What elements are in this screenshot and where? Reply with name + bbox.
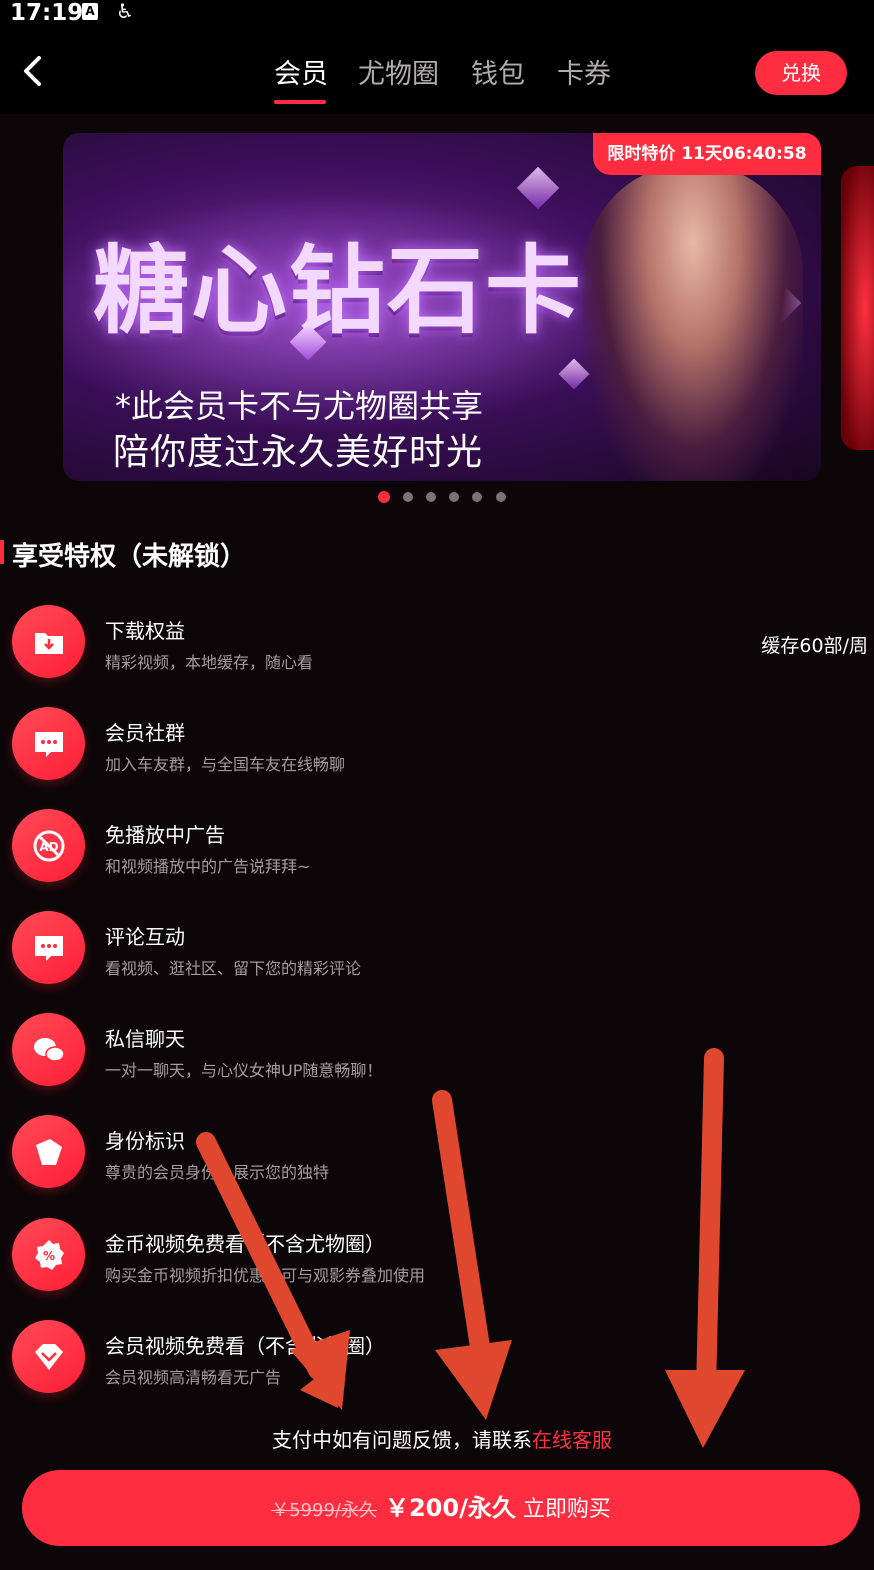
carousel-dot[interactable] [449,492,459,502]
membership-banner[interactable]: 糖心钻石卡 *此会员卡不与尤物圈共享 陪你度过永久美好时光 [63,133,821,481]
customer-service-link[interactable]: 在线客服 [532,1428,612,1452]
banner-subtitle-1: *此会员卡不与尤物圈共享 [115,387,484,425]
status-time: 17:19 [10,0,84,26]
chat-bubble-icon [12,707,85,780]
buy-now-button[interactable]: ￥5999/永久 ￥200/永久 立即购买 [22,1470,860,1546]
sale-price: ￥200/永久 [384,1494,516,1522]
carousel-dot-active[interactable] [378,491,390,503]
carousel-dot[interactable] [426,492,436,502]
vip-gem-icon [12,1320,85,1393]
privilege-desc: 会员视频高清畅看无广告 [105,1368,282,1387]
carousel-dot[interactable] [496,492,506,502]
banner-title: 糖心钻石卡 [93,234,583,347]
tab-coupons[interactable]: 卡券 [557,58,611,92]
private-message-icon [12,1013,85,1086]
svg-text:AD: AD [39,840,58,854]
privilege-desc: 精彩视频，本地缓存，随心看 [105,653,314,672]
comment-icon [12,911,85,984]
banner-model-image [583,163,803,481]
privilege-desc: 购买金币视频折扣优惠，可与观影券叠加使用 [105,1266,426,1285]
privilege-item-community: 会员社群 加入车友群，与全国车友在线畅聊 [0,707,874,787]
gem-decoration-icon [516,166,560,210]
next-banner-peek[interactable] [841,166,874,450]
section-title: 享受特权（未解锁） [12,542,247,572]
notice-text: 支付中如有问题反馈，请联系 [272,1428,532,1452]
privilege-desc: 看视频、逛社区、留下您的精彩评论 [105,959,362,978]
privilege-desc: 加入车友群，与全国车友在线畅聊 [105,755,346,774]
privilege-item-private-message: 私信聊天 一对一聊天，与心仪女神UP随意畅聊！ [0,1013,874,1093]
privilege-title: 会员视频免费看（不含尤物圈） [105,1334,385,1358]
top-nav: 会员 尤物圈 钱包 卡券 兑换 [0,28,874,114]
tab-bar: 会员 尤物圈 钱包 卡券 [0,58,874,98]
no-ad-icon: AD [12,809,85,882]
redeem-button[interactable]: 兑换 [755,51,847,95]
a-notification-icon: A [82,3,98,20]
privilege-item-no-ads: AD 免播放中广告 和视频播放中的广告说拜拜~ [0,809,874,889]
carousel-indicator [0,491,874,504]
privilege-title: 私信聊天 [105,1027,185,1051]
privilege-title: 身份标识 [105,1129,185,1153]
active-tab-indicator [274,100,326,104]
carousel-dot[interactable] [403,492,413,502]
privilege-quota: 缓存60部/周 [761,635,868,657]
privilege-title: 免播放中广告 [105,823,225,847]
privilege-desc: 和视频播放中的广告说拜拜~ [105,857,311,876]
accessibility-icon: ♿ [116,0,134,23]
privilege-desc: 一对一聊天，与心仪女神UP随意畅聊！ [105,1061,383,1080]
section-accent-bar [0,540,4,564]
privilege-item-coin-videos: % 金币视频免费看（不含尤物圈） 购买金币视频折扣优惠，可与观影券叠加使用 [0,1218,874,1298]
discount-badge-icon: % [12,1218,85,1291]
privilege-item-identity: 身份标识 尊贵的会员身份，展示您的独特 [0,1115,874,1195]
tab-membership[interactable]: 会员 [274,58,328,92]
privilege-item-comments: 评论互动 看视频、逛社区、留下您的精彩评论 [0,911,874,991]
limited-offer-badge: 限时特价 11天06:40:58 [593,133,821,175]
svg-text:%: % [43,1249,55,1263]
tab-wallet[interactable]: 钱包 [471,58,525,92]
carousel-dot[interactable] [472,492,482,502]
privilege-title: 会员社群 [105,721,185,745]
buy-action-label: 立即购买 [522,1497,611,1522]
banner-subtitle-2: 陪你度过永久美好时光 [113,432,484,473]
privilege-title: 下载权益 [105,619,185,643]
status-bar: 17:19 A ♿ [0,0,874,28]
privilege-item-download: 下载权益 精彩视频，本地缓存，随心看 缓存60部/周 [0,605,874,685]
privilege-desc: 尊贵的会员身份，展示您的独特 [105,1163,330,1182]
payment-notice: 支付中如有问题反馈，请联系在线客服 [0,1424,874,1453]
id-tag-icon [12,1115,85,1188]
tab-youwu-circle[interactable]: 尤物圈 [358,58,439,92]
privilege-title: 金币视频免费看（不含尤物圈） [105,1232,385,1256]
privilege-title: 评论互动 [105,925,185,949]
privilege-item-vip-videos: 会员视频免费看（不含尤物圈） 会员视频高清畅看无广告 [0,1320,874,1400]
original-price: ￥5999/永久 [271,1500,377,1521]
download-folder-icon [12,605,85,678]
